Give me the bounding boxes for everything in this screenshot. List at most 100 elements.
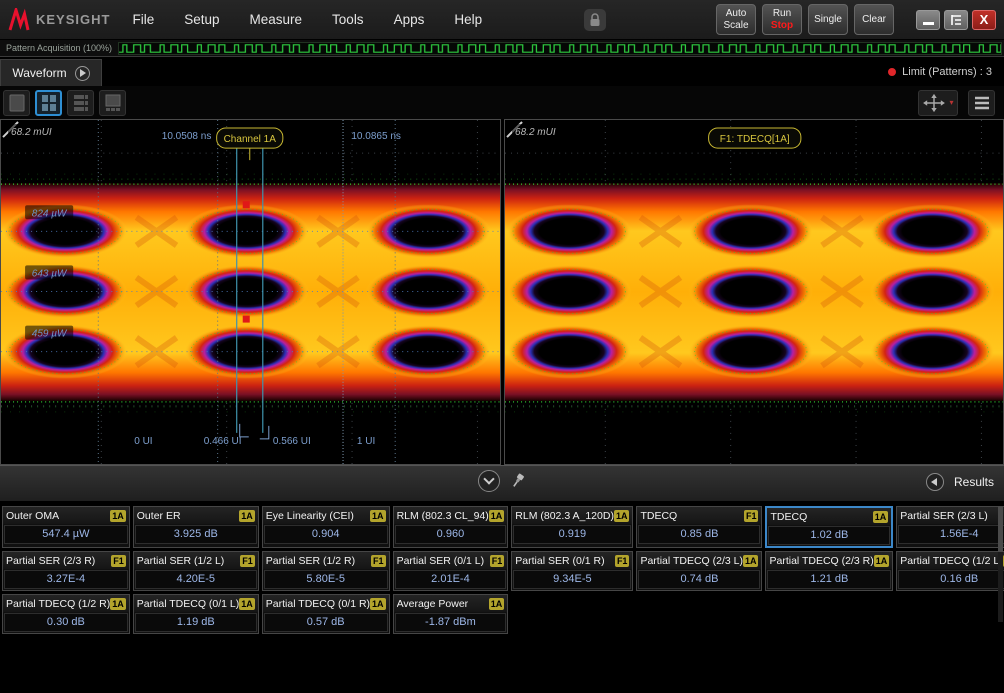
results-scrollbar[interactable]	[998, 506, 1003, 622]
run-stop-button[interactable]: Run Stop	[762, 4, 802, 35]
results-split-bar[interactable]: Results	[0, 465, 1004, 502]
acquisition-status: Pattern Acquisition (100%)	[0, 43, 118, 53]
main-menu: File Setup Measure Tools Apps Help	[132, 12, 482, 27]
result-partial-ser-01r[interactable]: Partial SER (0/1 R)F1 9.34E-5	[511, 551, 633, 591]
result-value: 5.80E-5	[264, 570, 388, 589]
result-value: 3.925 dB	[135, 525, 257, 544]
result-tdecq-f1[interactable]: TDECQF1 0.85 dB	[636, 506, 762, 548]
result-partial-ser-12l[interactable]: Partial SER (1/2 L)F1 4.20E-5	[133, 551, 259, 591]
results-title: Results	[954, 475, 994, 489]
eye-panel-channel-1a[interactable]: 68.2 mUI Channel 1A 10.0508 ns 10.0865 n…	[0, 119, 501, 465]
single-button[interactable]: Single	[808, 4, 848, 35]
pan-tool-dropdown-icon[interactable]: ▾	[949, 98, 953, 107]
layout-grid-button[interactable]	[35, 90, 62, 116]
pan-tool-button[interactable]: ▾	[918, 90, 958, 116]
result-partial-ser-12r[interactable]: Partial SER (1/2 R)F1 5.80E-5	[262, 551, 390, 591]
result-rlm-a120d[interactable]: RLM (802.3 A_120D)1A 0.919	[511, 506, 633, 548]
ui-label-0: 0 UI	[134, 436, 152, 447]
result-value: 1.21 dB	[767, 570, 891, 589]
result-rlm-cl94[interactable]: RLM (802.3 CL_94)1A 0.960	[393, 506, 509, 548]
source-badge: F1	[615, 555, 630, 567]
layout-rows-icon	[73, 94, 89, 112]
results-nav-left-button[interactable]	[926, 473, 944, 491]
waveform-display-area: 68.2 mUI Channel 1A 10.0508 ns 10.0865 n…	[0, 119, 1004, 465]
display-menu-button[interactable]	[968, 90, 995, 116]
svg-text:Channel 1A: Channel 1A	[224, 134, 277, 145]
result-partial-tdecq-12l[interactable]: Partial TDECQ (1/2 L)1A 0.16 dB	[896, 551, 1004, 591]
source-badge: 1A	[239, 598, 255, 610]
result-average-power[interactable]: Average Power1A -1.87 dBm	[393, 594, 509, 634]
status-bar: Pattern Acquisition (100%)	[0, 40, 1004, 57]
eye-diagram-channel-1a: 68.2 mUI Channel 1A 10.0508 ns 10.0865 n…	[1, 120, 500, 464]
svg-text:824 µW: 824 µW	[32, 208, 68, 219]
histogram-marker-upper[interactable]	[243, 201, 250, 208]
result-value: 0.16 dB	[898, 570, 1004, 589]
measurement-results-grid: Outer OMA1A 547.4 µW Outer ER1A 3.925 dB…	[0, 502, 1004, 634]
tab-bar: Waveform Limit (Patterns) : 3	[0, 57, 1004, 86]
level-marker-643: 643 µW	[25, 265, 73, 279]
menu-bar: KEYSIGHT File Setup Measure Tools Apps H…	[0, 0, 1004, 40]
result-tdecq-1a-selected[interactable]: TDECQ1A 1.02 dB	[765, 506, 893, 548]
source-badge: 1A	[489, 598, 505, 610]
svg-text:F1: TDECQ[1A]: F1: TDECQ[1A]	[719, 134, 789, 145]
level-marker-824: 824 µW	[25, 205, 73, 219]
auto-scale-button[interactable]: Auto Scale	[716, 4, 756, 35]
source-badge: F1	[371, 555, 386, 567]
window-menu-button[interactable]	[944, 10, 968, 30]
result-partial-tdecq-23l[interactable]: Partial TDECQ (2/3 L)1A 0.74 dB	[636, 551, 762, 591]
tab-waveform[interactable]: Waveform	[0, 59, 102, 86]
result-partial-ser-23l[interactable]: Partial SER (2/3 L)F1 1.56E-4	[896, 506, 1004, 548]
source-badge: 1A	[110, 598, 126, 610]
result-value: 1.56E-4	[898, 525, 1004, 544]
limit-dot-icon	[888, 68, 896, 76]
menu-setup[interactable]: Setup	[184, 12, 219, 27]
result-value: -1.87 dBm	[395, 613, 507, 632]
source-badge: 1A	[370, 510, 386, 522]
function-badge[interactable]: F1: TDECQ[1A]	[708, 128, 800, 148]
source-badge: 1A	[110, 510, 126, 522]
result-partial-ser-01l[interactable]: Partial SER (0/1 L)F1 2.01E-4	[393, 551, 509, 591]
pin-icon[interactable]	[512, 473, 526, 489]
menu-apps[interactable]: Apps	[394, 12, 425, 27]
layout-single-button[interactable]	[3, 90, 30, 116]
result-outer-oma[interactable]: Outer OMA1A 547.4 µW	[2, 506, 130, 548]
result-partial-ser-23r[interactable]: Partial SER (2/3 R)F1 3.27E-4	[2, 551, 130, 591]
minimize-icon	[923, 22, 934, 25]
vertical-scale-label: 68.2 mUI	[515, 127, 556, 138]
layout-main-footer-button[interactable]	[99, 90, 126, 116]
layout-single-icon	[9, 94, 25, 112]
limit-indicator: Limit (Patterns) : 3	[888, 66, 1004, 78]
result-value: 547.4 µW	[4, 525, 128, 544]
close-button[interactable]: X	[972, 10, 996, 30]
menu-tools[interactable]: Tools	[332, 12, 364, 27]
result-value: 1.19 dB	[135, 613, 257, 632]
menu-help[interactable]: Help	[454, 12, 482, 27]
result-outer-er[interactable]: Outer ER1A 3.925 dB	[133, 506, 259, 548]
menu-measure[interactable]: Measure	[250, 12, 303, 27]
lock-icon	[584, 9, 606, 31]
level-marker-459: 459 µW	[25, 326, 73, 340]
time-marker-right-label: 10.0865 ns	[351, 131, 401, 142]
play-icon[interactable]	[75, 66, 90, 81]
result-eye-linearity[interactable]: Eye Linearity (CEI)1A 0.904	[262, 506, 390, 548]
result-partial-tdecq-01l[interactable]: Partial TDECQ (0/1 L)1A 1.19 dB	[133, 594, 259, 634]
menu-file[interactable]: File	[132, 12, 154, 27]
eye-panel-f1-tdecq[interactable]: 68.2 mUI F1: TDECQ[1A]	[504, 119, 1004, 465]
result-partial-tdecq-01r[interactable]: Partial TDECQ (0/1 R)1A 0.57 dB	[262, 594, 390, 634]
layout-grid-icon	[41, 94, 57, 112]
vertical-scale-label: 68.2 mUI	[11, 127, 52, 138]
limit-label: Limit (Patterns) : 3	[902, 66, 992, 78]
keysight-spark-icon	[8, 8, 30, 32]
minimize-button[interactable]	[916, 10, 940, 30]
result-value: 3.27E-4	[4, 570, 128, 589]
result-value: 0.919	[513, 525, 631, 544]
source-badge: F1	[111, 555, 126, 567]
window-menu-icon	[949, 13, 963, 27]
source-badge: F1	[490, 555, 505, 567]
collapse-results-button[interactable]	[478, 470, 500, 492]
layout-rows-button[interactable]	[67, 90, 94, 116]
result-partial-tdecq-12r[interactable]: Partial TDECQ (1/2 R)1A 0.30 dB	[2, 594, 130, 634]
histogram-marker-lower[interactable]	[243, 316, 250, 323]
clear-button[interactable]: Clear	[854, 4, 894, 35]
result-partial-tdecq-23r[interactable]: Partial TDECQ (2/3 R)1A 1.21 dB	[765, 551, 893, 591]
